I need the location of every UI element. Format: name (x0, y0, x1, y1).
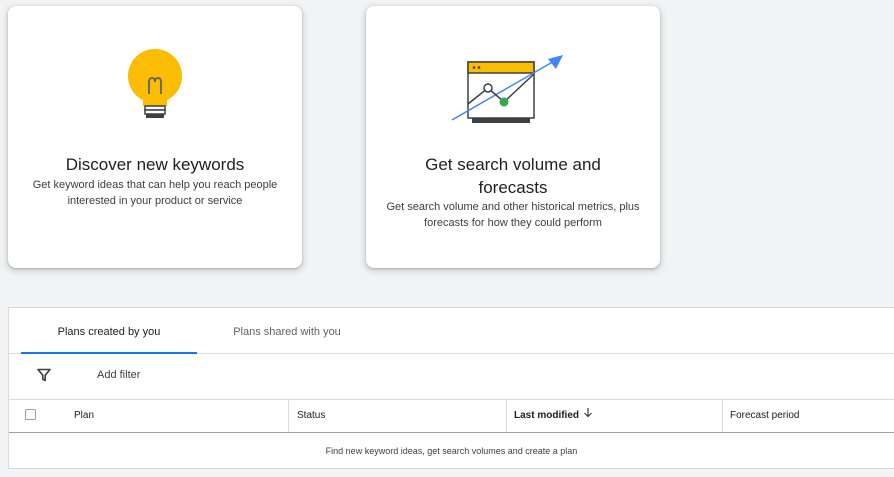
card-title: Get search volume and forecasts (425, 155, 601, 197)
card-title: Discover new keywords (65, 155, 245, 174)
arrow-down-icon (583, 399, 593, 432)
chart-window-icon (366, 52, 660, 133)
table-header: Plan Status Last modified Forecast perio… (9, 399, 894, 433)
empty-state-message: Find new keyword ideas, get search volum… (325, 446, 578, 456)
add-filter-button[interactable]: Add filter (97, 369, 140, 381)
column-header-label: Last modified (514, 410, 580, 422)
select-all-checkbox[interactable] (25, 409, 36, 420)
column-header-last-modified[interactable]: Last modified (506, 399, 722, 432)
filter-bar: Add filter (9, 354, 894, 400)
plans-tabs: Plans created by you Plans shared with y… (9, 308, 894, 354)
tab-plans-created-by-you[interactable]: Plans created by you (21, 308, 197, 354)
card-description: Get search volume and other historical m… (386, 201, 640, 229)
column-header-plan[interactable]: Plan (74, 399, 288, 432)
tab-plans-shared-with-you[interactable]: Plans shared with you (197, 308, 377, 353)
plans-panel: Plans created by you Plans shared with y… (8, 307, 894, 469)
column-header-label: Forecast period (730, 410, 800, 421)
column-header-status[interactable]: Status (288, 399, 506, 432)
filter-icon[interactable] (37, 368, 51, 382)
lightbulb-icon (8, 48, 302, 133)
card-description: Get keyword ideas that can help you reac… (32, 179, 278, 207)
column-header-forecast-period[interactable]: Forecast period (722, 399, 894, 432)
discover-keywords-card[interactable]: Discover new keywords Get keyword ideas … (8, 6, 302, 268)
search-volume-forecasts-card[interactable]: Get search volume and forecasts Get sear… (366, 6, 660, 268)
column-header-label: Status (297, 410, 326, 421)
